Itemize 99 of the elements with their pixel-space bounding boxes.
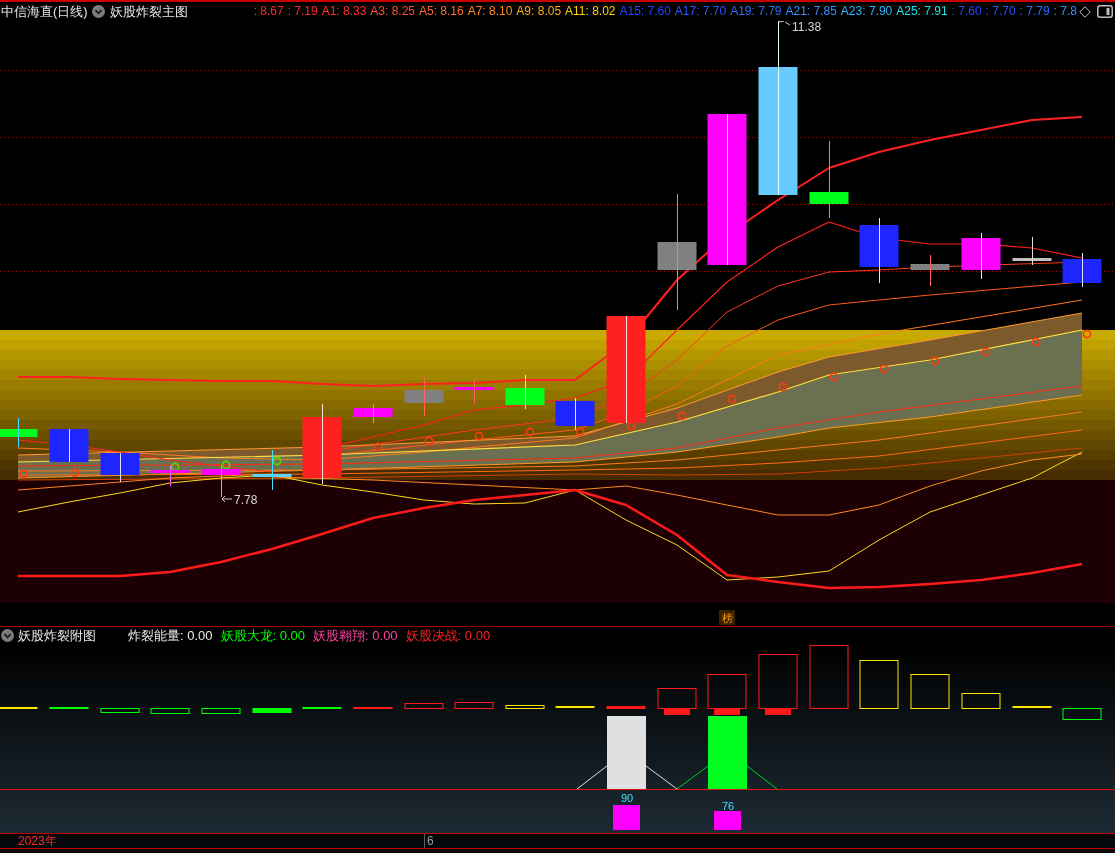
ring-marker: [70, 468, 80, 478]
energy-bar: [859, 660, 899, 709]
panel-toggle-icon[interactable]: [1097, 5, 1113, 18]
indicator-value: A25: 7.91: [896, 4, 948, 19]
indicator-value: A23: 7.90: [840, 4, 893, 19]
value-label: 90: [620, 792, 634, 804]
ring-marker: [474, 431, 484, 441]
energy-bar: [404, 703, 444, 709]
ring-marker: [930, 356, 940, 366]
indicator-value: 妖股决战: 0.00: [405, 628, 491, 643]
energy-bar: [961, 693, 1001, 709]
indicator-value: 妖股大龙: 0.00: [220, 628, 306, 643]
energy-bar: [758, 654, 798, 709]
indicator-value: A17: 7.70: [674, 4, 727, 19]
ring-marker: [677, 411, 687, 421]
signal-block: [613, 805, 640, 830]
indicator-value: A19: 7.79: [730, 4, 782, 19]
price-label: 11.38: [792, 21, 822, 34]
dropdown-chevron-icon[interactable]: [1, 629, 14, 642]
ring-marker: [373, 442, 383, 452]
ring-marker: [221, 460, 231, 470]
energy-bar: [657, 688, 697, 709]
chart-title: 中信海直(日线): [1, 3, 88, 20]
energy-bar: [910, 674, 950, 709]
indicator-value: A7: 8.10: [467, 4, 513, 19]
candlestick: [252, 449, 292, 491]
ring-marker: [525, 427, 535, 437]
indicator-value: 妖股翱翔: 0.00: [313, 628, 398, 643]
rank-badge: 榜: [719, 610, 735, 625]
indicator-value: : 7.19: [287, 4, 318, 19]
candlestick: [404, 376, 444, 417]
indicator-value: : 7.8: [1053, 4, 1077, 19]
ring-marker: [272, 456, 282, 466]
candlestick: [454, 379, 494, 405]
signal-line: [676, 765, 709, 790]
energy-bar: [809, 645, 849, 709]
candlestick: [1012, 236, 1052, 266]
indicator-value: : 7.70: [985, 4, 1016, 19]
energy-bar: [454, 702, 494, 709]
diamond-icon[interactable]: [1079, 5, 1091, 18]
value-label: 76: [721, 800, 735, 812]
axis-label: 2023年: [17, 834, 58, 848]
indicator-value: A21: 7.85: [785, 4, 837, 19]
energy-bar: [707, 674, 747, 709]
signal-block: [714, 811, 741, 830]
ring-marker: [981, 347, 991, 357]
energy-bar: [252, 708, 292, 713]
candlestick: [1062, 252, 1102, 288]
candlestick: [201, 464, 241, 479]
indicator-value: : 8.67: [253, 4, 284, 19]
indicator-value: A5: 8.16: [419, 4, 464, 19]
energy-bar: [201, 708, 241, 714]
indicator-value: : 7.79: [1019, 4, 1050, 19]
ring-marker: [1031, 337, 1041, 347]
indicator-value: 炸裂能量: 0.00: [128, 628, 213, 643]
candlestick: [100, 452, 140, 483]
indicator-name: 妖股炸裂主图: [109, 3, 188, 20]
candlestick: [910, 254, 950, 287]
indicator-value: A11: 8.02: [565, 4, 616, 19]
ring-marker: [727, 394, 737, 404]
axis-label: 6: [424, 834, 434, 848]
base-bar: [765, 709, 791, 715]
indicator-value: A1: 8.33: [321, 4, 367, 19]
signal-line: [576, 765, 608, 790]
energy-bar: [150, 708, 190, 714]
energy-bar: [1062, 708, 1102, 720]
indicator-value: A9: 8.05: [516, 4, 562, 19]
candlestick: [505, 374, 545, 410]
energy-bar: [606, 706, 646, 709]
indicator-value: A3: 8.25: [370, 4, 416, 19]
ring-marker: [879, 364, 889, 374]
candlestick: [859, 217, 899, 284]
candlestick: [150, 465, 190, 487]
candlestick: [49, 428, 89, 463]
ring-marker: [424, 436, 434, 446]
price-label: 7.78: [234, 493, 258, 507]
indicator-value: A15: 7.60: [619, 4, 671, 19]
leader-line: [778, 21, 791, 26]
candlestick: [961, 232, 1001, 280]
energy-bar: [100, 708, 140, 713]
ring-marker: [829, 372, 839, 382]
indicator-value: : 7.60: [951, 4, 982, 19]
candlestick: [353, 403, 393, 424]
ring-marker: [19, 469, 29, 479]
ring-marker: [575, 427, 585, 437]
base-bar: [664, 709, 690, 715]
ring-marker: [1082, 329, 1092, 339]
candlestick: [0, 417, 38, 448]
dropdown-chevron-icon[interactable]: [91, 5, 105, 18]
ring-marker: [778, 382, 788, 392]
candlestick: [555, 397, 595, 431]
ring-marker: [170, 462, 180, 472]
ring-marker: [626, 421, 636, 431]
signal-line: [746, 765, 778, 790]
energy-bar: [505, 705, 545, 709]
base-bar: [714, 709, 740, 715]
indicator-name: 妖股炸裂附图: [18, 627, 96, 644]
leader-arrow: [221, 475, 233, 503]
signal-line: [645, 765, 678, 790]
